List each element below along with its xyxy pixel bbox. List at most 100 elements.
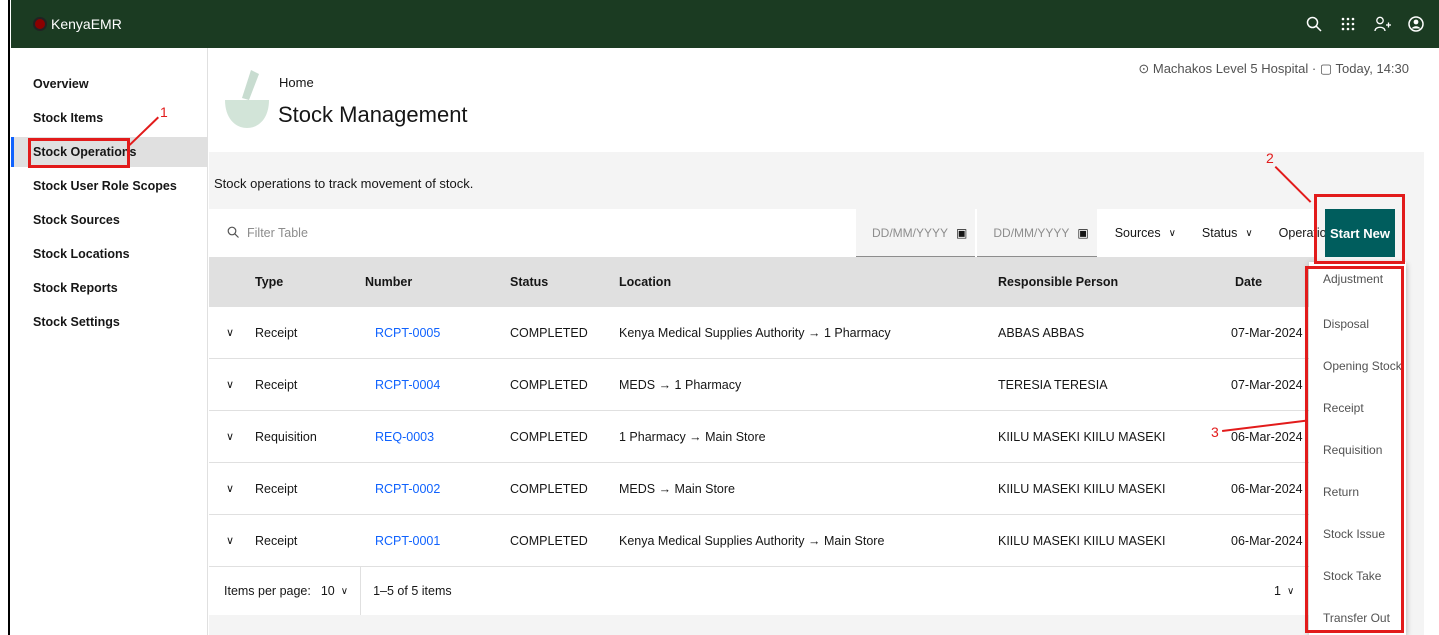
search-icon[interactable] xyxy=(1297,0,1331,48)
sidebar-item-label: Stock Settings xyxy=(33,315,120,329)
current-datetime: Today, 14:30 xyxy=(1335,61,1409,76)
cell-number-link[interactable]: RCPT-0004 xyxy=(375,378,440,392)
facility-name: Machakos Level 5 Hospital xyxy=(1152,61,1309,76)
cell-location: Kenya Medical Supplies Authority → Main … xyxy=(619,533,885,548)
table-row[interactable]: ∨ Requisition REQ-0003 COMPLETED 1 Pharm… xyxy=(209,411,1315,463)
cell-location: MEDS → 1 Pharmacy xyxy=(619,377,742,392)
chevron-down-icon[interactable]: ∨ xyxy=(226,378,234,391)
chevron-down-icon[interactable]: ∨ xyxy=(226,482,234,495)
sidebar-item-stock-settings[interactable]: Stock Settings xyxy=(11,307,208,337)
chevron-down-icon: ∨ xyxy=(1168,227,1176,239)
annotation-number-3: 3 xyxy=(1211,424,1219,440)
search-icon xyxy=(227,226,239,241)
chevron-down-icon[interactable]: ∨ xyxy=(226,326,234,339)
cell-location: MEDS → Main Store xyxy=(619,481,736,496)
cell-date: 06-Mar-2024 xyxy=(1231,481,1303,496)
column-header-type[interactable]: Type xyxy=(255,275,283,289)
cell-person: ABBAS ABBAS xyxy=(998,325,1085,340)
cell-person: TERESIA TERESIA xyxy=(998,377,1108,392)
app-switcher-icon[interactable] xyxy=(1331,0,1365,48)
sidebar-item-label: Stock Locations xyxy=(33,247,130,261)
sidebar-item-stock-sources[interactable]: Stock Sources xyxy=(11,205,208,235)
cell-person: KIILU MASEKI KIILU MASEKI xyxy=(998,533,1166,548)
cell-number-link[interactable]: RCPT-0001 xyxy=(375,534,440,548)
page-header: Home Stock Management ⊙ Machakos Level 5… xyxy=(209,48,1439,152)
chevron-down-icon: ∨ xyxy=(340,585,349,597)
cell-type: Receipt xyxy=(255,325,298,340)
user-avatar-icon[interactable] xyxy=(1399,0,1433,48)
stock-operations-table: Type Number Status Location Responsible … xyxy=(209,257,1315,567)
cell-type: Receipt xyxy=(255,481,298,496)
sidebar-item-stock-user-role-scopes[interactable]: Stock User Role Scopes xyxy=(11,171,208,201)
cell-status: COMPLETED xyxy=(510,533,588,548)
sidebar-item-stock-reports[interactable]: Stock Reports xyxy=(11,273,208,303)
table-row[interactable]: ∨ Receipt RCPT-0001 COMPLETED Kenya Medi… xyxy=(209,515,1315,567)
chevron-down-icon[interactable]: ∨ xyxy=(226,430,234,443)
table-header: Type Number Status Location Responsible … xyxy=(209,257,1315,307)
toolbar-filters: DD/MM/YYYY ▣ DD/MM/YYYY ▣ Sources ∨ Stat… xyxy=(856,209,1359,257)
cell-type: Receipt xyxy=(255,533,298,548)
page-description: Stock operations to track movement of st… xyxy=(214,176,474,191)
annotation-box-1 xyxy=(28,138,130,168)
kenyaemr-logo-icon xyxy=(33,17,47,31)
cell-date: 06-Mar-2024 xyxy=(1231,533,1303,548)
sidebar-item-stock-locations[interactable]: Stock Locations xyxy=(11,239,208,269)
top-bar: KenyaEMR xyxy=(11,0,1439,48)
cell-date: 06-Mar-2024 xyxy=(1231,429,1303,444)
cell-type: Requisition xyxy=(255,429,317,444)
sources-label: Sources xyxy=(1114,226,1161,240)
chevron-down-icon: ∨ xyxy=(1245,227,1253,239)
annotation-number-2: 2 xyxy=(1266,150,1274,166)
column-header-date[interactable]: Date xyxy=(1235,275,1262,289)
breadcrumb[interactable]: Home xyxy=(279,75,314,90)
status-dropdown[interactable]: Status ∨ xyxy=(1186,209,1263,257)
calendar-icon: ▣ xyxy=(956,225,968,240)
page-select[interactable]: 1 ∨ xyxy=(1274,584,1294,598)
date-from-field[interactable]: DD/MM/YYYY ▣ xyxy=(856,209,976,257)
annotation-box-3 xyxy=(1305,266,1404,633)
cell-status: COMPLETED xyxy=(510,481,588,496)
calendar-icon: ▢ xyxy=(1319,61,1333,76)
sidebar-item-label: Overview xyxy=(33,77,89,91)
top-bar-actions xyxy=(1297,0,1439,48)
column-header-status[interactable]: Status xyxy=(510,275,548,289)
cell-location: Kenya Medical Supplies Authority → 1 Pha… xyxy=(619,325,891,340)
cell-status: COMPLETED xyxy=(510,377,588,392)
pagination-bar: Items per page: 10 ∨ 1–5 of 5 items 1 ∨ xyxy=(209,567,1315,615)
cell-person: KIILU MASEKI KIILU MASEKI xyxy=(998,481,1166,496)
page-number: 1 xyxy=(1274,584,1281,598)
chevron-down-icon: ∨ xyxy=(1286,585,1295,597)
cell-person: KIILU MASEKI KIILU MASEKI xyxy=(998,429,1166,444)
mortar-pestle-icon xyxy=(225,70,269,128)
cell-status: COMPLETED xyxy=(510,325,588,340)
cell-number-link[interactable]: REQ-0003 xyxy=(375,430,434,444)
page-title: Stock Management xyxy=(278,102,468,127)
chevron-down-icon[interactable]: ∨ xyxy=(226,534,234,547)
column-header-number[interactable]: Number xyxy=(365,275,412,289)
cell-status: COMPLETED xyxy=(510,429,588,444)
cell-number-link[interactable]: RCPT-0002 xyxy=(375,482,440,496)
sidebar-item-overview[interactable]: Overview xyxy=(11,69,208,99)
sidebar-item-stock-items[interactable]: Stock Items xyxy=(11,103,208,133)
sidebar-item-label: Stock Items xyxy=(33,111,104,125)
table-row[interactable]: ∨ Receipt RCPT-0004 COMPLETED MEDS → 1 P… xyxy=(209,359,1315,411)
cell-number-link[interactable]: RCPT-0005 xyxy=(375,326,440,340)
calendar-icon: ▣ xyxy=(1077,225,1089,240)
table-row[interactable]: ∨ Receipt RCPT-0005 COMPLETED Kenya Medi… xyxy=(209,307,1315,359)
cell-date: 07-Mar-2024 xyxy=(1231,377,1303,392)
filter-table-input[interactable]: Filter Table xyxy=(209,209,855,257)
cell-date: 07-Mar-2024 xyxy=(1231,325,1303,340)
table-row[interactable]: ∨ Receipt RCPT-0002 COMPLETED MEDS → Mai… xyxy=(209,463,1315,515)
add-user-icon[interactable] xyxy=(1365,0,1399,48)
app-logo[interactable]: KenyaEMR xyxy=(33,16,122,32)
facility-info: ⊙ Machakos Level 5 Hospital · ▢ Today, 1… xyxy=(1138,61,1409,77)
sources-dropdown[interactable]: Sources ∨ xyxy=(1099,209,1186,257)
items-per-page-value: 10 xyxy=(320,584,335,598)
location-icon: ⊙ xyxy=(1138,61,1150,76)
date-to-field[interactable]: DD/MM/YYYY ▣ xyxy=(977,209,1097,257)
column-header-responsible-person[interactable]: Responsible Person xyxy=(998,275,1118,289)
column-header-location[interactable]: Location xyxy=(619,275,671,289)
items-per-page-select[interactable]: 10 ∨ xyxy=(320,567,362,615)
items-per-page-label: Items per page: xyxy=(224,584,311,598)
main-content: Stock operations to track movement of st… xyxy=(209,152,1424,635)
